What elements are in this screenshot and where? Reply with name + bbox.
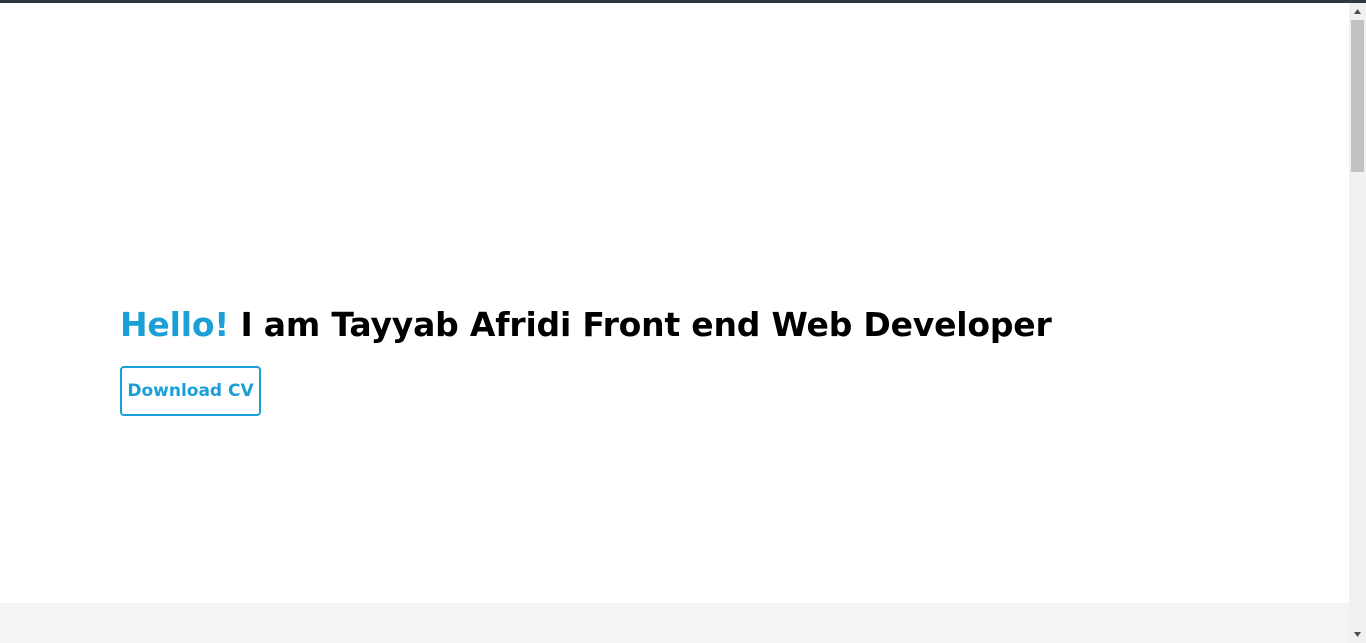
scroll-up-arrow-icon[interactable] bbox=[1349, 3, 1366, 20]
hero-headline-text: I am Tayyab Afridi Front end Web Develop… bbox=[229, 305, 1052, 344]
hero-headline: Hello! I am Tayyab Afridi Front end Web … bbox=[120, 305, 1052, 344]
vertical-scrollbar[interactable] bbox=[1349, 3, 1366, 643]
scroll-down-arrow-icon[interactable] bbox=[1349, 626, 1366, 643]
download-cv-button[interactable]: Download CV bbox=[120, 366, 261, 416]
page-viewport: Hello! I am Tayyab Afridi Front end Web … bbox=[0, 0, 1349, 643]
next-section bbox=[0, 603, 1349, 643]
hero-greeting: Hello! bbox=[120, 305, 230, 344]
scrollbar-thumb[interactable] bbox=[1351, 20, 1364, 172]
hero-section: Hello! I am Tayyab Afridi Front end Web … bbox=[0, 3, 1349, 603]
